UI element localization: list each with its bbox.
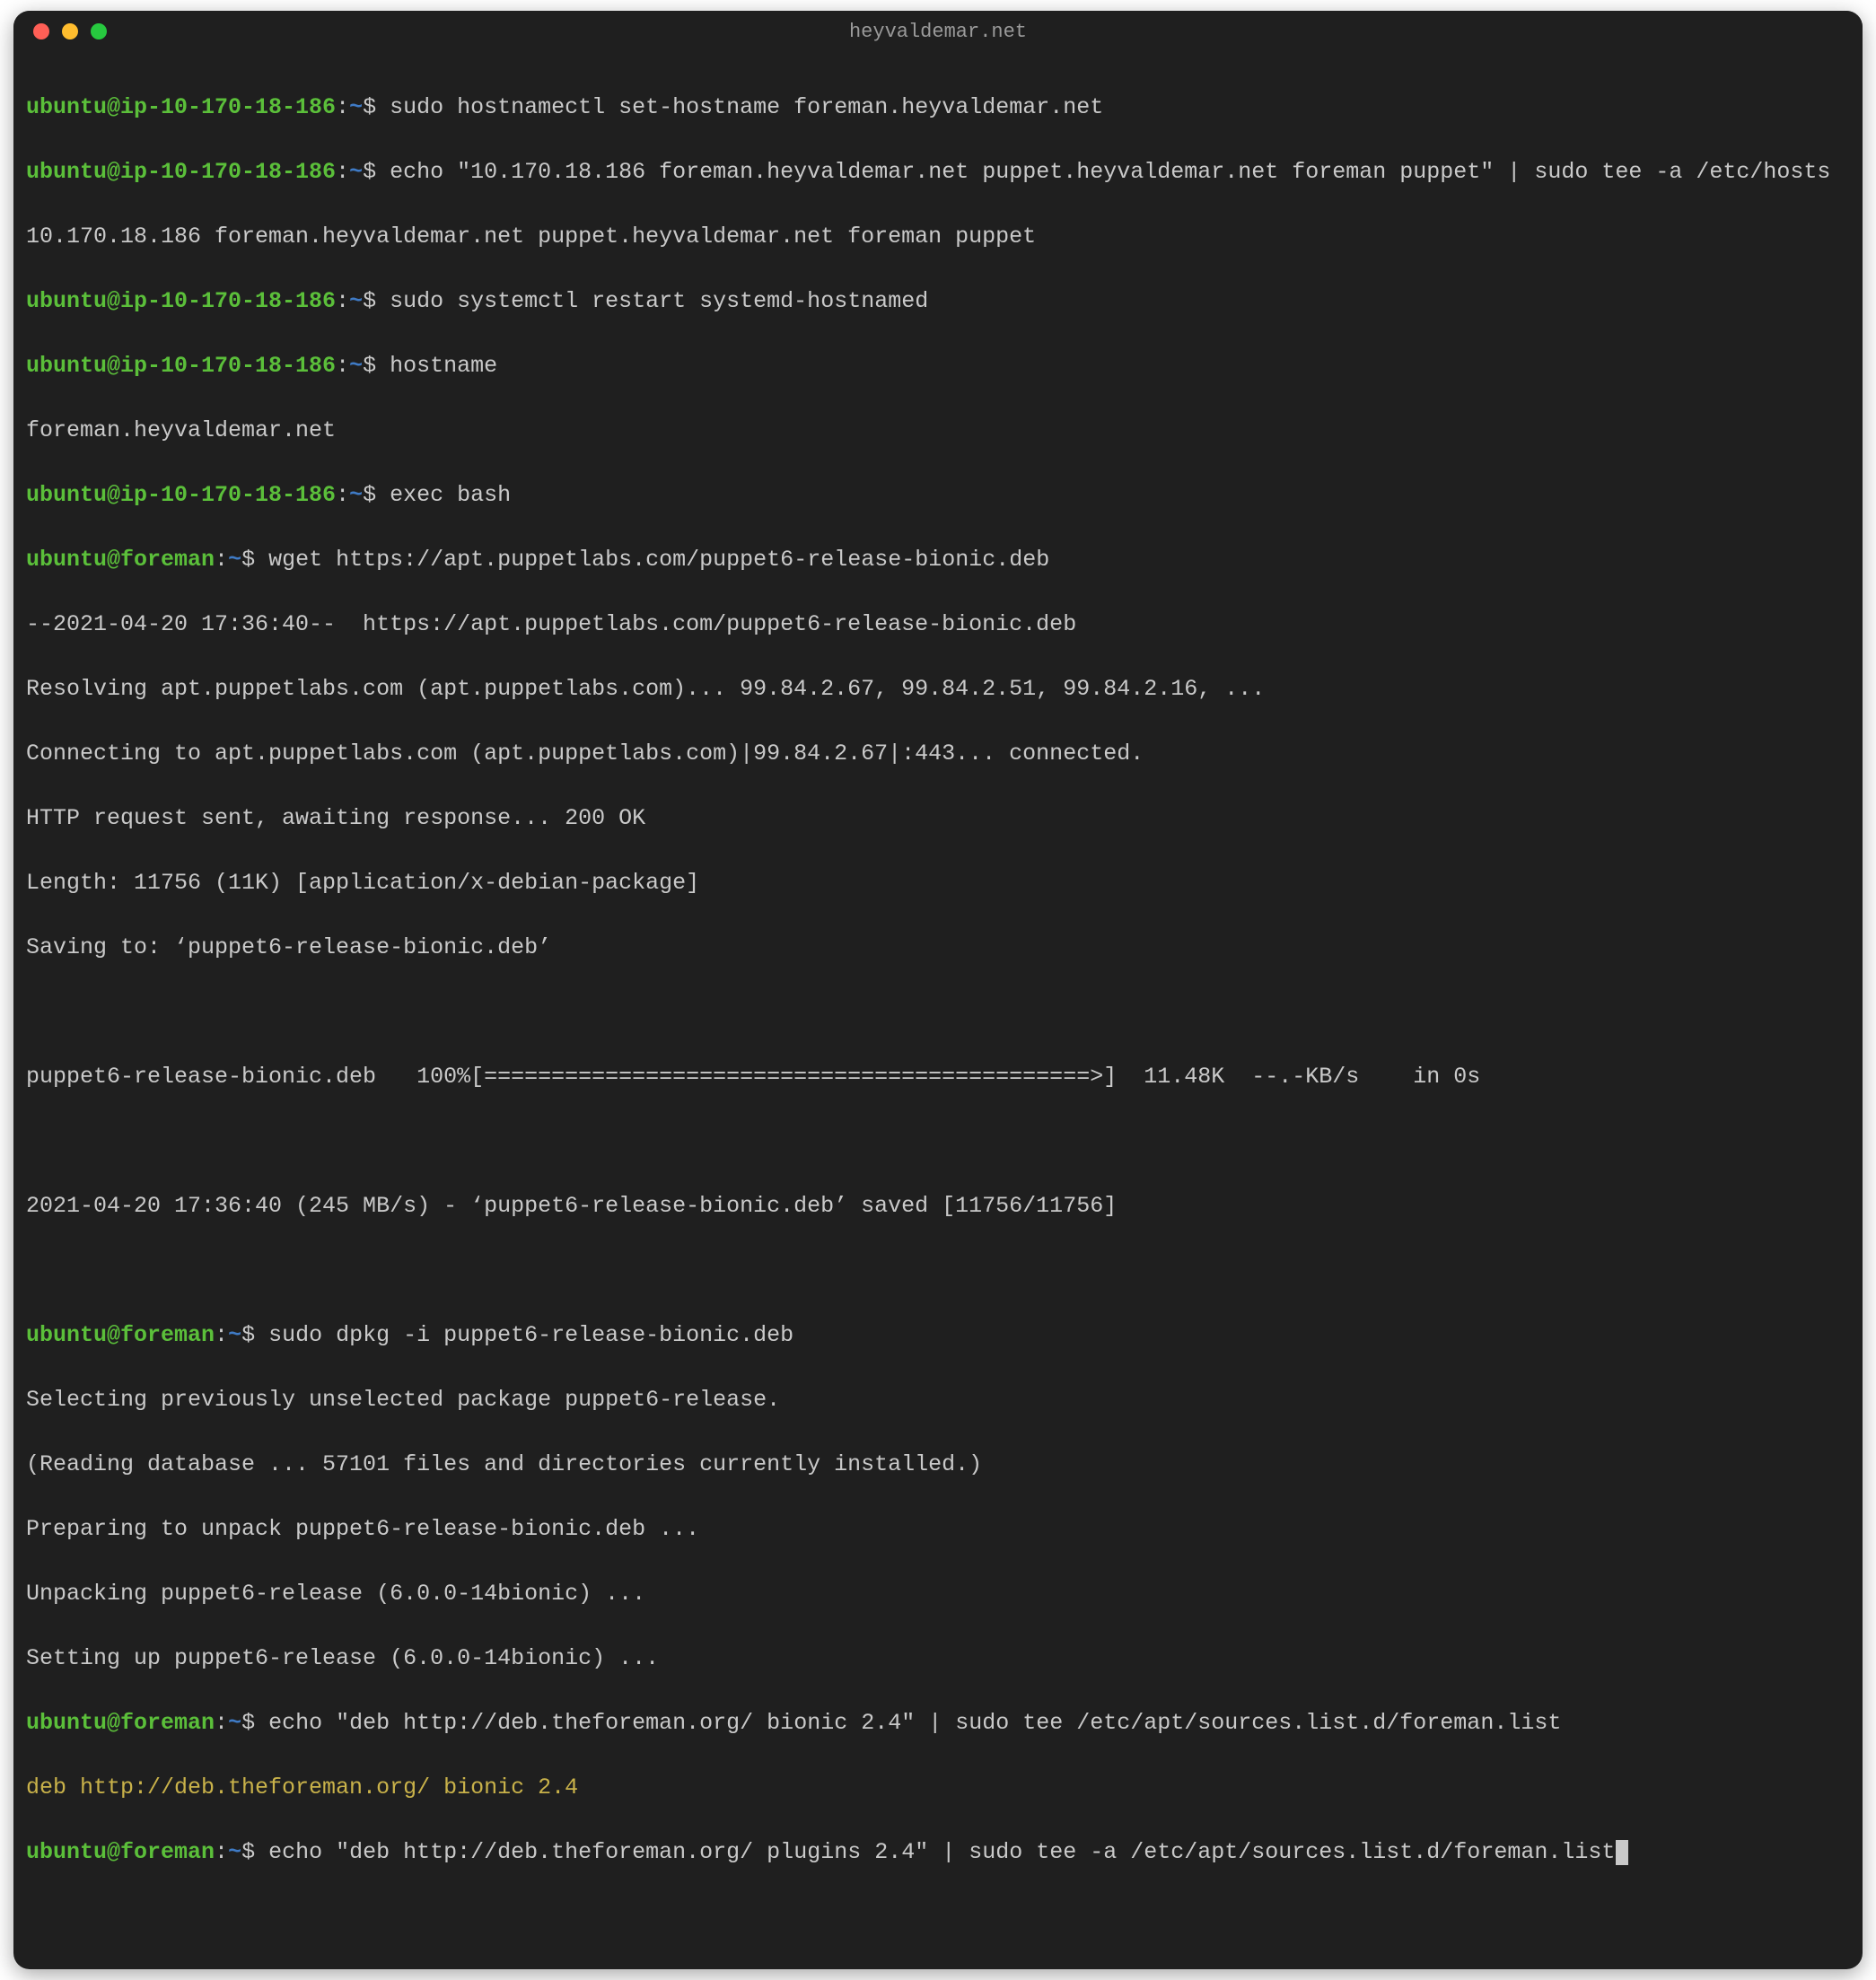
zoom-icon[interactable]	[91, 23, 107, 39]
window-title: heyvaldemar.net	[13, 21, 1863, 43]
prompt-line: ubuntu@foreman:~$ echo "deb http://deb.t…	[26, 1836, 1850, 1869]
output-line: foreman.heyvaldemar.net	[26, 415, 1850, 447]
output-line: Saving to: ‘puppet6-release-bionic.deb’	[26, 932, 1850, 964]
prompt-user: ubuntu@ip-10-170-18-186	[26, 94, 336, 120]
prompt-line: ubuntu@foreman:~$ wget https://apt.puppe…	[26, 544, 1850, 576]
output-line: Selecting previously unselected package …	[26, 1384, 1850, 1416]
prompt-path: ~	[228, 547, 241, 573]
prompt-path: ~	[349, 288, 363, 314]
terminal-window: heyvaldemar.net ubuntu@ip-10-170-18-186:…	[13, 11, 1863, 1969]
output-line: 2021-04-20 17:36:40 (245 MB/s) - ‘puppet…	[26, 1190, 1850, 1222]
prompt-line: ubuntu@ip-10-170-18-186:~$ sudo systemct…	[26, 285, 1850, 318]
prompt-user: ubuntu@ip-10-170-18-186	[26, 353, 336, 379]
output-line: Preparing to unpack puppet6-release-bion…	[26, 1513, 1850, 1546]
prompt-line: ubuntu@foreman:~$ echo "deb http://deb.t…	[26, 1707, 1850, 1739]
prompt-user: ubuntu@ip-10-170-18-186	[26, 482, 336, 508]
output-line	[26, 1126, 1850, 1158]
prompt-line: ubuntu@foreman:~$ sudo dpkg -i puppet6-r…	[26, 1319, 1850, 1352]
prompt-line: ubuntu@ip-10-170-18-186:~$ hostname	[26, 350, 1850, 382]
close-icon[interactable]	[33, 23, 49, 39]
output-line: deb http://deb.theforeman.org/ bionic 2.…	[26, 1772, 1850, 1804]
output-line: Length: 11756 (11K) [application/x-debia…	[26, 867, 1850, 899]
command-text: sudo systemctl restart systemd-hostnamed	[390, 288, 928, 314]
traffic-lights	[13, 23, 107, 39]
prompt-path: ~	[349, 94, 363, 120]
command-text: hostname	[390, 353, 497, 379]
output-line	[26, 1255, 1850, 1287]
prompt-line: ubuntu@ip-10-170-18-186:~$ echo "10.170.…	[26, 156, 1850, 188]
prompt-path: ~	[349, 482, 363, 508]
output-line: 10.170.18.186 foreman.heyvaldemar.net pu…	[26, 221, 1850, 253]
prompt-path: ~	[349, 159, 363, 185]
prompt-user: ubuntu@foreman	[26, 1322, 215, 1348]
window-titlebar: heyvaldemar.net	[13, 11, 1863, 52]
prompt-user: ubuntu@ip-10-170-18-186	[26, 288, 336, 314]
terminal-body[interactable]: ubuntu@ip-10-170-18-186:~$ sudo hostname…	[13, 52, 1863, 1969]
prompt-line: ubuntu@ip-10-170-18-186:~$ exec bash	[26, 479, 1850, 512]
output-line: puppet6-release-bionic.deb 100%[========…	[26, 1061, 1850, 1093]
command-text: echo "deb http://deb.theforeman.org/ plu…	[268, 1839, 1615, 1865]
output-line: --2021-04-20 17:36:40-- https://apt.pupp…	[26, 609, 1850, 641]
output-line: HTTP request sent, awaiting response... …	[26, 802, 1850, 835]
command-text: echo "deb http://deb.theforeman.org/ bio…	[268, 1710, 1561, 1736]
prompt-path: ~	[228, 1710, 241, 1736]
output-line: Connecting to apt.puppetlabs.com (apt.pu…	[26, 738, 1850, 770]
command-text: sudo hostnamectl set-hostname foreman.he…	[390, 94, 1103, 120]
cursor-icon	[1616, 1840, 1628, 1865]
prompt-path: ~	[228, 1839, 241, 1865]
output-line: Setting up puppet6-release (6.0.0-14bion…	[26, 1643, 1850, 1675]
command-text: echo "10.170.18.186 foreman.heyvaldemar.…	[390, 159, 1830, 185]
prompt-user: ubuntu@ip-10-170-18-186	[26, 159, 336, 185]
prompt-user: ubuntu@foreman	[26, 1839, 215, 1865]
minimize-icon[interactable]	[62, 23, 78, 39]
command-text: wget https://apt.puppetlabs.com/puppet6-…	[268, 547, 1049, 573]
prompt-path: ~	[228, 1322, 241, 1348]
prompt-user: ubuntu@foreman	[26, 1710, 215, 1736]
command-text: sudo dpkg -i puppet6-release-bionic.deb	[268, 1322, 793, 1348]
output-line	[26, 996, 1850, 1029]
prompt-user: ubuntu@foreman	[26, 547, 215, 573]
command-text: exec bash	[390, 482, 511, 508]
output-line: Resolving apt.puppetlabs.com (apt.puppet…	[26, 673, 1850, 705]
prompt-line: ubuntu@ip-10-170-18-186:~$ sudo hostname…	[26, 92, 1850, 124]
prompt-path: ~	[349, 353, 363, 379]
output-line: (Reading database ... 57101 files and di…	[26, 1449, 1850, 1481]
output-line: Unpacking puppet6-release (6.0.0-14bioni…	[26, 1578, 1850, 1610]
